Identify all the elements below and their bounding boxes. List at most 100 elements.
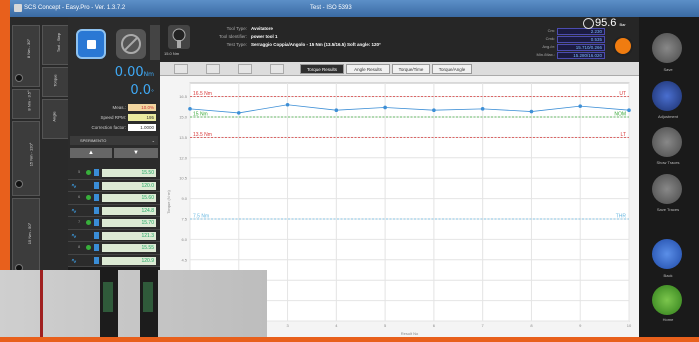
tab-torque-results[interactable]: Torque Results xyxy=(300,64,344,74)
scroll-up-button[interactable]: ▲ xyxy=(70,148,112,158)
rail-tab-3[interactable]: 15 Nm - 120° xyxy=(12,121,40,196)
scroll-down-button[interactable]: ▼ xyxy=(114,148,158,158)
home-button[interactable] xyxy=(652,285,682,315)
back-button[interactable] xyxy=(652,239,682,269)
data-point xyxy=(188,107,192,111)
angle-badge-icon xyxy=(94,169,99,176)
knob-icon xyxy=(15,180,23,188)
x-tick-label: 6 xyxy=(433,323,436,328)
ref-line-label: 13.5 Nm xyxy=(193,132,212,138)
tool-disabled-button[interactable] xyxy=(116,29,146,59)
angle-badge-icon xyxy=(94,256,99,264)
wave-icon: ∿ xyxy=(71,207,77,215)
list-item[interactable]: ∿ 124.8 xyxy=(68,205,160,217)
ok-icon xyxy=(86,195,91,200)
side-label-tool: Tool - Step xyxy=(42,25,70,65)
torque-readout: 0.00Nm xyxy=(114,65,154,80)
data-point xyxy=(578,104,583,108)
home-label: Home xyxy=(662,317,674,322)
y-tick-label: 7.5 xyxy=(181,217,187,222)
ref-line-label: 7.5 Nm xyxy=(193,214,209,220)
list-item[interactable]: ∿ 120.9 xyxy=(68,255,160,267)
angle-badge-icon xyxy=(94,244,99,251)
record-button[interactable] xyxy=(613,36,633,56)
y-tick-label: 4.5 xyxy=(181,257,187,262)
angle-badge-icon xyxy=(94,181,99,189)
ref-line-tag: THR xyxy=(616,214,627,220)
show-traces-button[interactable] xyxy=(652,127,682,157)
tab-angle-results[interactable]: Angle Results xyxy=(346,64,390,74)
angle-badge-icon xyxy=(94,194,99,201)
cable-connectors-image xyxy=(40,270,158,337)
ref-line-tag: LT xyxy=(621,132,626,138)
save-label: Save xyxy=(663,67,673,72)
x-axis-label: Result No xyxy=(401,331,419,336)
side-label-torque: Torque xyxy=(42,67,70,97)
y-tick-label: 9.0 xyxy=(181,196,187,201)
list-item[interactable]: 6 15.60 xyxy=(68,192,160,205)
rail-tab-4[interactable]: 15 Nm - 50° xyxy=(12,198,40,278)
ok-icon xyxy=(86,220,91,225)
save-traces-button[interactable] xyxy=(652,174,682,204)
data-point xyxy=(480,107,485,111)
stat-avg: Avg./σ: 15.710/0.266 xyxy=(535,44,605,51)
list-item[interactable]: ∿ 121.3 xyxy=(68,230,160,242)
control-panel: 0.00Nm 0.0° Meas.: 10.0% Speed RPM: 195 … xyxy=(68,17,160,267)
fit-icon[interactable] xyxy=(238,64,252,74)
panel-collapse-tab[interactable] xyxy=(150,25,160,60)
save-button[interactable] xyxy=(652,33,682,63)
tab-bar: Torque Results Angle Results Torque/Time… xyxy=(160,62,639,76)
y-tick-label: 10.5 xyxy=(179,176,188,181)
knob-icon xyxy=(15,74,23,82)
correction-field: Correction factor: 1.0000 xyxy=(91,124,156,131)
list-item[interactable]: ∿ 120.0 xyxy=(68,180,160,192)
angle-badge-icon xyxy=(94,219,99,226)
list-item[interactable]: 8 15.55 xyxy=(68,242,160,255)
x-tick-label: 8 xyxy=(530,323,533,328)
export-icon[interactable] xyxy=(270,64,284,74)
x-tick-label: 4 xyxy=(335,323,338,328)
speed-field: Speed RPM: 195 xyxy=(100,114,156,121)
rail-tab-2[interactable]: 8 Nm - 3.5° xyxy=(12,89,40,119)
data-point xyxy=(627,108,631,112)
data-point xyxy=(383,105,387,110)
tool-torque-label: 15.0 Nm xyxy=(164,51,180,56)
stop-button[interactable] xyxy=(76,29,106,59)
x-tick-label: 7 xyxy=(482,323,485,328)
hardware-photo-overlay xyxy=(0,270,267,337)
meas-field: Meas.: 10.0% xyxy=(112,104,156,111)
tab-torque-angle[interactable]: Torque/Angle xyxy=(432,64,472,74)
y-tick-label: 12.0 xyxy=(179,155,188,160)
stat-cmk: Cmk: 0.535 xyxy=(535,36,605,43)
right-toolbar: Save Adjustment Show Traces Save Traces … xyxy=(639,17,699,337)
adjustment-button[interactable] xyxy=(652,81,682,111)
tab-torque-time[interactable]: Torque/Time xyxy=(392,64,430,74)
save-traces-label: Save Traces xyxy=(656,207,680,212)
app-icon xyxy=(14,4,22,12)
angle-badge-icon xyxy=(94,231,99,239)
ok-icon xyxy=(86,245,91,250)
data-point xyxy=(285,102,290,107)
temperature-readout: 95.6 Bar xyxy=(595,17,626,29)
angle-badge-icon xyxy=(94,206,99,214)
stat-minmax: Min./Max.: 15.280/16.020 xyxy=(535,52,605,59)
data-point xyxy=(236,111,241,115)
measurement-list: 5 15.50 ∿ 120.0 6 15.60 ∿ 124.8 7 15.70 ∿ 121.… xyxy=(68,167,160,267)
list-item[interactable]: 7 15.70 xyxy=(68,217,160,230)
tool-id-row: Tool Identifier: power tool 1 xyxy=(218,34,278,39)
y-tick-label: 15.0 xyxy=(179,115,188,120)
no-tool-icon xyxy=(121,34,141,54)
rail-tab-1[interactable]: 8 Nm - 30° xyxy=(12,25,40,87)
angle-readout: 0.0° xyxy=(130,83,154,98)
title-bar: SCS Concept - Easy.Pro - Ver. 1.3.7.2 Te… xyxy=(10,0,699,17)
selector-dropdown[interactable]: SPERIMENTO ⌄ xyxy=(70,136,158,145)
grid-view-icon[interactable] xyxy=(174,64,188,74)
ref-line-label: 15 Nm xyxy=(193,112,208,118)
list-item[interactable]: 5 15.50 xyxy=(68,167,160,180)
zoom-icon[interactable] xyxy=(206,64,220,74)
wave-icon: ∿ xyxy=(71,257,77,265)
x-tick-label: 5 xyxy=(384,323,387,328)
adjustment-label: Adjustment xyxy=(657,114,678,119)
y-axis-label: Torque (N·m) xyxy=(166,190,171,214)
ref-line-label: 16.5 Nm xyxy=(193,91,212,97)
